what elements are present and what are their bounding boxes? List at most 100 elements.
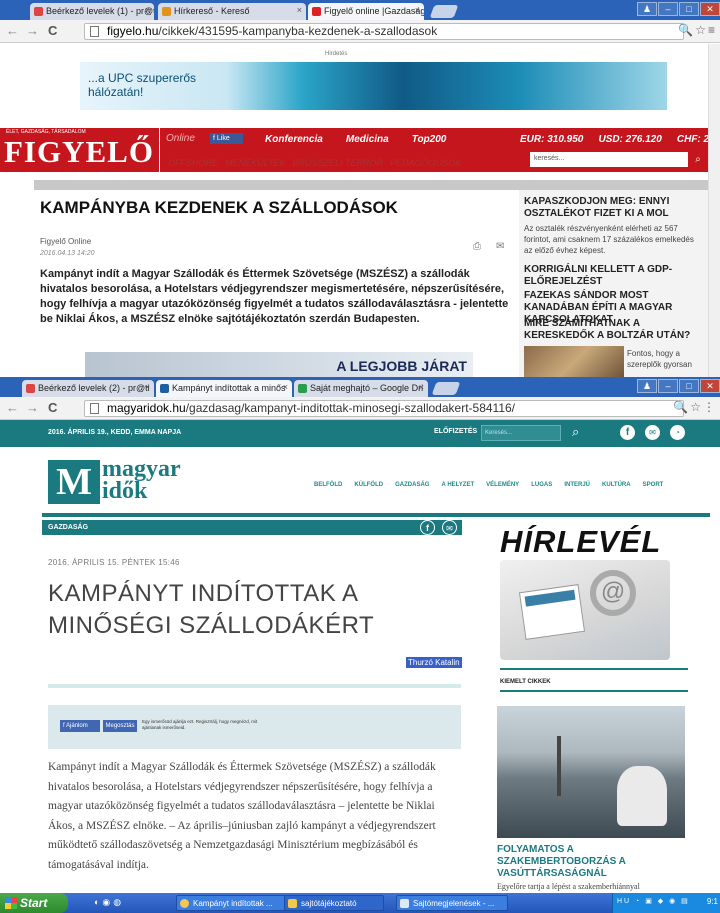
upc-banner[interactable]: ...a UPC szupererős hálózatán! [80, 62, 667, 110]
train-driver-graphic [617, 766, 667, 826]
tray-icons[interactable]: HU ◔ ▣ ◆ ◉ ▤ [617, 897, 690, 905]
maximize-button[interactable]: □ [679, 2, 699, 16]
close-window-button[interactable]: ✕ [700, 2, 720, 16]
new-tab-button[interactable] [429, 5, 459, 18]
url-field[interactable]: figyelo.hu/cikkek/431595-kampanyba-kezde… [84, 23, 684, 40]
tab-mail-top[interactable]: Beérkező levelek (1) - pr@ti × [30, 3, 154, 20]
close-icon[interactable]: × [419, 382, 424, 392]
newsletter-image[interactable]: @ [500, 560, 670, 660]
mail-icon[interactable]: ✉ [496, 241, 504, 252]
forward-icon[interactable]: → [26, 23, 39, 39]
featured-image[interactable] [497, 706, 685, 838]
user-icon[interactable]: ♟ [637, 2, 657, 16]
close-icon[interactable]: × [297, 5, 302, 15]
nav-sport[interactable]: SPORT [643, 482, 664, 488]
figyelo-logo-box: ÉLET, GAZDASÁG, TÁRSADALOM FIGYELŐ [0, 128, 160, 172]
tab-hirkereso[interactable]: Hírkereső - Kereső × [158, 3, 306, 20]
figyelo-logo[interactable]: FIGYELŐ [4, 134, 154, 170]
side-headline-4[interactable]: MIRE SZÁMÍTHATNAK A KERESKEDŐK A BOLTZÁR… [524, 318, 704, 342]
like-button[interactable]: f Like [210, 133, 243, 144]
rss-icon[interactable]: ◔ [670, 425, 685, 440]
mi-logo-mark[interactable]: M [48, 460, 100, 504]
back-icon[interactable]: ← [6, 23, 19, 39]
mi-article-title: KAMPÁNYT INDÍTOTTAK A MINŐSÉGI SZÁLLODÁKÉ… [48, 580, 375, 639]
nav-a-helyzet[interactable]: A HELYZET [442, 482, 475, 488]
subscribe-link[interactable]: ELŐFIZETÉS [434, 428, 477, 435]
airline-banner[interactable]: A LEGJOBB JÁRAT [85, 352, 473, 378]
side-headline-2[interactable]: KORRIGÁLNI KELLETT A GDP-ELŐREJELZÉST [524, 264, 704, 288]
mi-logo-text[interactable]: magyar idők [102, 457, 181, 503]
close-window-button[interactable]: ✕ [700, 379, 720, 393]
print-icon[interactable]: ⎙ [473, 241, 481, 252]
minimize-button[interactable]: – [658, 2, 678, 16]
side-thumbnail[interactable] [524, 346, 624, 378]
nav-interju[interactable]: INTERJÚ [564, 482, 590, 488]
zoom-star-menu-icons[interactable]: 🔍☆≡ [678, 23, 717, 37]
search-icon[interactable]: ⌕ [688, 152, 708, 167]
share-facebook-icon[interactable]: f [420, 520, 435, 535]
minimize-button[interactable]: – [658, 379, 678, 393]
recommend-button[interactable]: f Ajánlom [60, 720, 100, 732]
featured-divider-2 [500, 690, 688, 692]
mail-icon[interactable]: ✉ [645, 425, 660, 440]
nav-kultura[interactable]: KULTÚRA [602, 482, 631, 488]
close-icon[interactable]: × [145, 382, 150, 392]
back-icon[interactable]: ← [6, 400, 19, 416]
taskbar-item-folder[interactable]: sajtótájékoztató [284, 895, 384, 911]
tab-mail-bottom[interactable]: Beérkező levelek (2) - pr@ti × [22, 380, 154, 397]
nav-top200[interactable]: Top200 [412, 134, 447, 145]
close-icon[interactable]: × [415, 5, 420, 15]
user-icon[interactable]: ♟ [637, 379, 657, 393]
fb-share-box: f Ajánlom Megosztás Egy ismerősöd ajánlj… [48, 705, 461, 749]
ad-area: Hirdetés ...a UPC szupererős hálózatán! [0, 44, 720, 128]
featured-title[interactable]: FOLYAMATOS A SZAKEMBERTOBORZÁS A VASÚTTÁ… [497, 844, 667, 880]
page-icon [90, 403, 99, 414]
top-scrollbar[interactable] [708, 44, 720, 378]
maximize-button[interactable]: □ [679, 379, 699, 393]
mi-search-input[interactable]: Keresés... [481, 425, 561, 441]
nav-medicina[interactable]: Medicina [346, 134, 389, 145]
url-field[interactable]: magyaridok.hu/gazdasag/kampanyt-inditott… [84, 400, 684, 417]
subnav-pedagogusok[interactable]: PEDAGÓGUSOK [390, 158, 461, 168]
tab-figyelo[interactable]: Figyelő online |Gazdaság | × [308, 3, 424, 20]
search-icon[interactable]: ⌕ [572, 424, 579, 440]
start-button[interactable]: Start [0, 893, 68, 913]
mi-author[interactable]: Thurzó Katalin [406, 657, 462, 668]
section-label[interactable]: GAZDASÁG [48, 524, 88, 531]
taskbar-item-document[interactable]: Sajtómegjelenések - ... [396, 895, 508, 911]
facebook-icon[interactable]: f [620, 425, 635, 440]
tab-google-drive[interactable]: Saját meghajtó – Google Dri × [294, 380, 428, 397]
share-button[interactable]: Megosztás [103, 720, 137, 732]
newsletter-heading[interactable]: HÍRLEVÉL [500, 524, 700, 560]
gmail-icon [26, 384, 35, 393]
subnav-brusszel[interactable]: BRÜSSZELI TERROR [293, 158, 384, 168]
nav-gazdasag[interactable]: GAZDASÁG [395, 482, 429, 488]
reload-icon[interactable]: C [48, 400, 57, 416]
close-icon[interactable]: × [283, 382, 288, 392]
side-headline-1[interactable]: KAPASZKODJON MEG: ENNYI OSZTALÉKOT FIZET… [524, 196, 704, 220]
quick-launch-icons[interactable]: ◐◉◍ [94, 897, 124, 908]
taskbar-item-chrome[interactable]: Kampányt indítottak ... [176, 895, 286, 911]
forward-icon[interactable]: → [26, 400, 39, 416]
zoom-star-icons[interactable]: 🔍☆⋮ [673, 400, 717, 414]
exchange-rates: EUR: 310.950 USD: 276.120 CHF: 287.1 [520, 133, 720, 145]
system-tray: HU ◔ ▣ ◆ ◉ ▤ 9:1 [612, 893, 720, 913]
featured-text: Egyelőre tartja a lépést a szakemberhián… [497, 882, 640, 891]
tab-magyaridok[interactable]: Kampányt indítottak a minős × [156, 380, 292, 397]
nav-velemeny[interactable]: VÉLEMÉNY [486, 482, 519, 488]
mi-section-bar: GAZDASÁG [42, 520, 462, 535]
figyelo-search-input[interactable]: keresés... [530, 152, 688, 167]
google-drive-icon [298, 384, 307, 393]
share-mail-icon[interactable]: ✉ [442, 520, 457, 535]
new-tab-button[interactable] [431, 382, 461, 395]
nav-lugas[interactable]: LUGAS [531, 482, 552, 488]
nav-belfold[interactable]: BELFÖLD [314, 482, 342, 488]
rate-usd: USD: 276.120 [598, 134, 662, 145]
subnav-menekultek[interactable]: MENEKÜLTEK [225, 158, 285, 168]
close-icon[interactable]: × [145, 5, 150, 15]
nav-kulfold[interactable]: KÜLFÖLD [354, 482, 383, 488]
reload-icon[interactable]: C [48, 23, 57, 39]
featured-divider [500, 668, 688, 670]
nav-konferencia[interactable]: Konferencia [265, 134, 323, 145]
subnav-offshore[interactable]: OFFSHORE [168, 158, 218, 168]
